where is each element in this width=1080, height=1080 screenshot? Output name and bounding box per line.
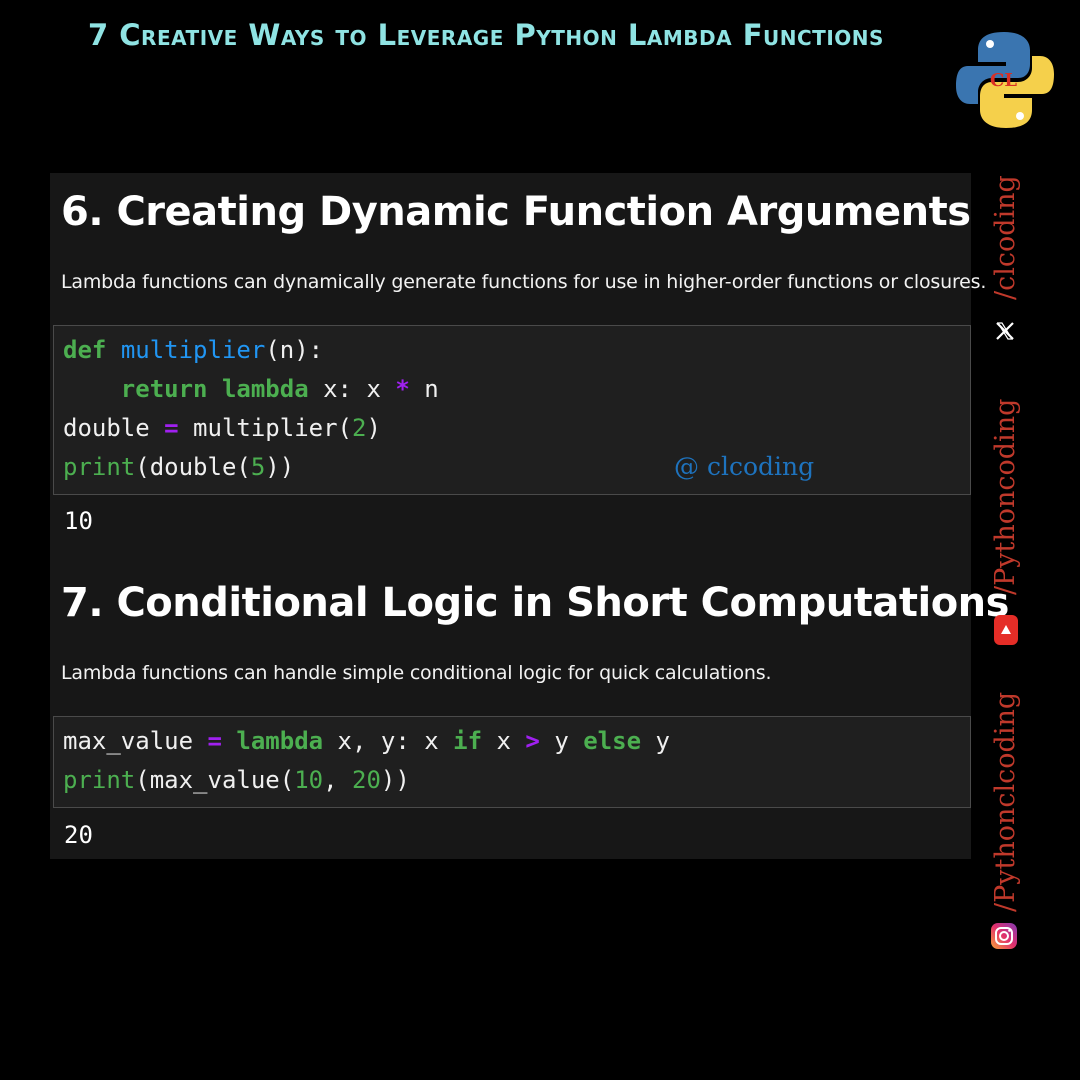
instagram-icon[interactable] (990, 922, 1018, 950)
output-7: 20 (64, 821, 93, 849)
code-function-name: multiplier (120, 336, 266, 364)
code-number: 2 (352, 414, 367, 442)
code-line: def multiplier(n): (63, 336, 323, 364)
code-line: max_value = lambda x, y: x if x > y else… (63, 727, 670, 755)
page-title: 7 Creative Ways to Leverage Python Lambd… (88, 18, 884, 52)
code-operator: = (207, 727, 222, 755)
code-text: multiplier( (178, 414, 352, 442)
output-6: 10 (64, 507, 93, 535)
section-7-title: 7. Conditional Logic in Short Computatio… (61, 580, 1009, 626)
code-operator: = (164, 414, 179, 442)
section-6-title: 6. Creating Dynamic Function Arguments (61, 189, 971, 235)
code-text: )) (265, 453, 295, 481)
code-text: y (641, 727, 670, 755)
code-number: 5 (250, 453, 266, 481)
code-text: y (539, 727, 584, 755)
code-text: (n): (265, 336, 324, 364)
code-line: print(double(5)) (63, 453, 294, 481)
code-number: 10 (294, 766, 324, 794)
code-keyword: return (120, 375, 208, 403)
watermark: @ clcoding (674, 452, 815, 481)
code-line: print(max_value(10, 20)) (63, 766, 410, 794)
code-keyword: if (453, 727, 483, 755)
code-text: (double( (135, 453, 251, 481)
code-keyword: def (63, 336, 107, 364)
code-text: x, y: x (323, 727, 454, 755)
code-text: n (409, 375, 439, 403)
twitter-handle[interactable]: /clcoding (990, 175, 1021, 300)
code-line: return lambda x: x * n (63, 375, 439, 403)
code-line: double = multiplier(2) (63, 414, 381, 442)
code-text: x (482, 727, 526, 755)
code-keyword: else (583, 727, 642, 755)
youtube-icon[interactable] (992, 613, 1020, 647)
code-text: max_value (63, 727, 208, 755)
section-7-description: Lambda functions can handle simple condi… (61, 662, 772, 684)
code-text: double (63, 414, 165, 442)
python-logo: CL (956, 32, 1054, 128)
code-text: x: x (308, 375, 396, 403)
code-operator: > (525, 727, 540, 755)
code-block-7[interactable]: max_value = lambda x, y: x if x > y else… (53, 716, 971, 808)
code-number: 20 (352, 766, 381, 794)
code-text: , (323, 766, 353, 794)
content-panel: 6. Creating Dynamic Function Arguments L… (50, 173, 1009, 859)
code-text: ) (366, 414, 381, 442)
code-block-6[interactable]: def multiplier(n): return lambda x: x * … (53, 325, 971, 495)
svg-text:CL: CL (990, 70, 1017, 91)
code-keyword: lambda (221, 375, 309, 403)
code-builtin: print (63, 453, 136, 481)
code-text: (max_value( (135, 766, 295, 794)
code-keyword: lambda (221, 727, 324, 755)
code-builtin: print (63, 766, 136, 794)
x-icon[interactable] (994, 320, 1016, 342)
section-6-description: Lambda functions can dynamically generat… (61, 271, 987, 293)
code-operator: * (395, 375, 410, 403)
instagram-handle[interactable]: /Pythonclcoding (990, 692, 1021, 912)
youtube-handle[interactable]: /Pythoncoding (990, 399, 1021, 595)
code-text: )) (380, 766, 410, 794)
